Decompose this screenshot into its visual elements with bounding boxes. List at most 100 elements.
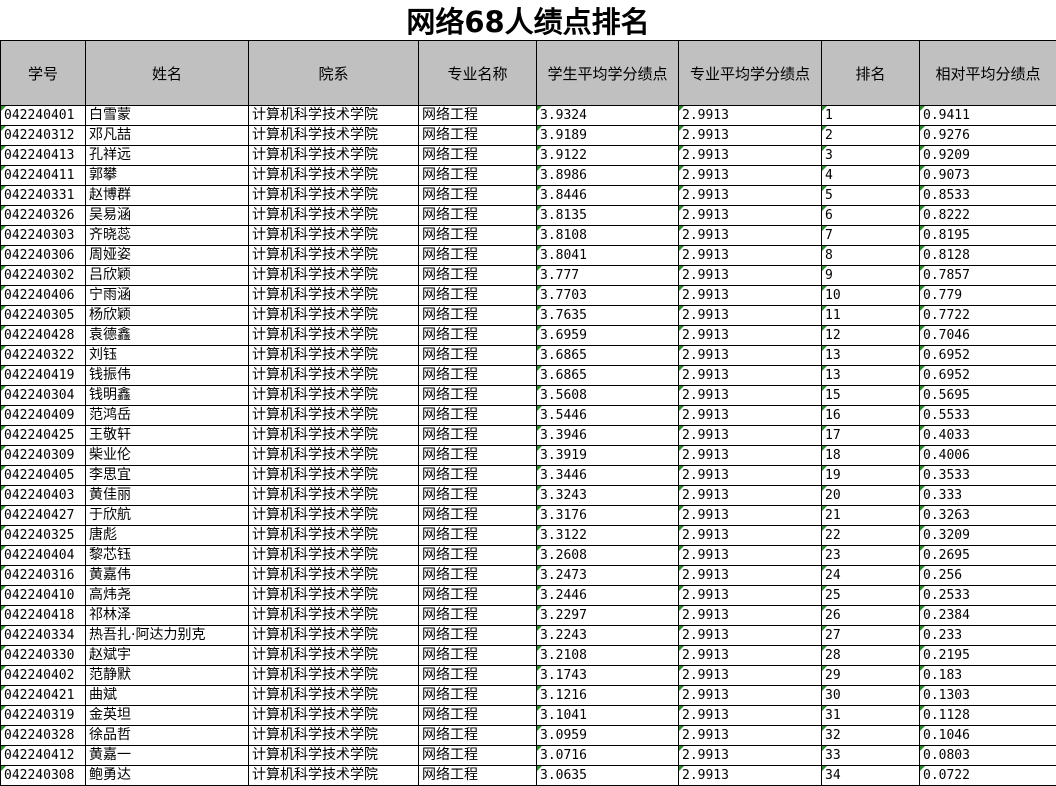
cell-relative-gpa[interactable]: 0.3533	[920, 466, 1056, 486]
header-major[interactable]: 专业名称	[419, 41, 537, 106]
cell-student-gpa[interactable]: 3.2446	[537, 586, 679, 606]
cell-student-id[interactable]: 042240304	[1, 386, 86, 406]
cell-major[interactable]: 网络工程	[419, 386, 537, 406]
cell-relative-gpa[interactable]: 0.1128	[920, 706, 1056, 726]
cell-name[interactable]: 郭攀	[86, 166, 249, 186]
cell-relative-gpa[interactable]: 0.7857	[920, 266, 1056, 286]
cell-student-id[interactable]: 042240427	[1, 506, 86, 526]
cell-department[interactable]: 计算机科学技术学院	[249, 106, 419, 126]
cell-major-gpa[interactable]: 2.9913	[679, 486, 822, 506]
cell-department[interactable]: 计算机科学技术学院	[249, 406, 419, 426]
cell-name[interactable]: 热吾扎·阿达力别克	[86, 626, 249, 646]
cell-student-gpa[interactable]: 3.2108	[537, 646, 679, 666]
cell-rank[interactable]: 31	[822, 706, 920, 726]
cell-rank[interactable]: 25	[822, 586, 920, 606]
cell-relative-gpa[interactable]: 0.9073	[920, 166, 1056, 186]
cell-major-gpa[interactable]: 2.9913	[679, 226, 822, 246]
cell-student-id[interactable]: 042240418	[1, 606, 86, 626]
cell-relative-gpa[interactable]: 0.2695	[920, 546, 1056, 566]
cell-relative-gpa[interactable]: 0.9209	[920, 146, 1056, 166]
cell-department[interactable]: 计算机科学技术学院	[249, 726, 419, 746]
cell-major[interactable]: 网络工程	[419, 166, 537, 186]
cell-rank[interactable]: 13	[822, 366, 920, 386]
cell-name[interactable]: 于欣航	[86, 506, 249, 526]
cell-major[interactable]: 网络工程	[419, 446, 537, 466]
cell-major[interactable]: 网络工程	[419, 706, 537, 726]
cell-student-gpa[interactable]: 3.5608	[537, 386, 679, 406]
cell-department[interactable]: 计算机科学技术学院	[249, 246, 419, 266]
cell-name[interactable]: 徐品哲	[86, 726, 249, 746]
cell-student-id[interactable]: 042240309	[1, 446, 86, 466]
cell-student-gpa[interactable]: 3.7635	[537, 306, 679, 326]
cell-student-gpa[interactable]: 3.0635	[537, 766, 679, 786]
cell-relative-gpa[interactable]: 0.8222	[920, 206, 1056, 226]
cell-relative-gpa[interactable]: 0.6952	[920, 346, 1056, 366]
cell-name[interactable]: 柴业伦	[86, 446, 249, 466]
cell-major[interactable]: 网络工程	[419, 646, 537, 666]
cell-major-gpa[interactable]: 2.9913	[679, 566, 822, 586]
cell-department[interactable]: 计算机科学技术学院	[249, 766, 419, 786]
cell-student-id[interactable]: 042240322	[1, 346, 86, 366]
cell-department[interactable]: 计算机科学技术学院	[249, 546, 419, 566]
cell-relative-gpa[interactable]: 0.4033	[920, 426, 1056, 446]
cell-student-id[interactable]: 042240305	[1, 306, 86, 326]
cell-name[interactable]: 黄佳丽	[86, 486, 249, 506]
cell-student-gpa[interactable]: 3.9324	[537, 106, 679, 126]
cell-student-id[interactable]: 042240404	[1, 546, 86, 566]
cell-major-gpa[interactable]: 2.9913	[679, 386, 822, 406]
cell-student-id[interactable]: 042240413	[1, 146, 86, 166]
cell-student-gpa[interactable]: 3.7703	[537, 286, 679, 306]
cell-department[interactable]: 计算机科学技术学院	[249, 366, 419, 386]
cell-major[interactable]: 网络工程	[419, 666, 537, 686]
cell-department[interactable]: 计算机科学技术学院	[249, 586, 419, 606]
cell-major[interactable]: 网络工程	[419, 226, 537, 246]
cell-department[interactable]: 计算机科学技术学院	[249, 706, 419, 726]
cell-major-gpa[interactable]: 2.9913	[679, 326, 822, 346]
cell-major-gpa[interactable]: 2.9913	[679, 586, 822, 606]
cell-student-id[interactable]: 042240410	[1, 586, 86, 606]
cell-name[interactable]: 范鸿岳	[86, 406, 249, 426]
cell-relative-gpa[interactable]: 0.7722	[920, 306, 1056, 326]
cell-department[interactable]: 计算机科学技术学院	[249, 566, 419, 586]
cell-name[interactable]: 黎芯钰	[86, 546, 249, 566]
cell-major-gpa[interactable]: 2.9913	[679, 626, 822, 646]
cell-major[interactable]: 网络工程	[419, 366, 537, 386]
cell-student-gpa[interactable]: 3.0959	[537, 726, 679, 746]
cell-rank[interactable]: 22	[822, 526, 920, 546]
cell-student-id[interactable]: 042240406	[1, 286, 86, 306]
cell-student-id[interactable]: 042240331	[1, 186, 86, 206]
cell-student-id[interactable]: 042240425	[1, 426, 86, 446]
cell-relative-gpa[interactable]: 0.7046	[920, 326, 1056, 346]
cell-major-gpa[interactable]: 2.9913	[679, 306, 822, 326]
cell-name[interactable]: 袁德鑫	[86, 326, 249, 346]
cell-major-gpa[interactable]: 2.9913	[679, 366, 822, 386]
cell-department[interactable]: 计算机科学技术学院	[249, 226, 419, 246]
cell-name[interactable]: 王敬轩	[86, 426, 249, 446]
cell-relative-gpa[interactable]: 0.183	[920, 666, 1056, 686]
cell-department[interactable]: 计算机科学技术学院	[249, 286, 419, 306]
cell-major[interactable]: 网络工程	[419, 746, 537, 766]
cell-name[interactable]: 刘钰	[86, 346, 249, 366]
cell-rank[interactable]: 20	[822, 486, 920, 506]
cell-name[interactable]: 金英坦	[86, 706, 249, 726]
cell-major-gpa[interactable]: 2.9913	[679, 186, 822, 206]
cell-name[interactable]: 唐彪	[86, 526, 249, 546]
cell-name[interactable]: 宁雨涵	[86, 286, 249, 306]
cell-department[interactable]: 计算机科学技术学院	[249, 746, 419, 766]
cell-department[interactable]: 计算机科学技术学院	[249, 426, 419, 446]
cell-name[interactable]: 钱振伟	[86, 366, 249, 386]
cell-department[interactable]: 计算机科学技术学院	[249, 206, 419, 226]
cell-student-gpa[interactable]: 3.6865	[537, 366, 679, 386]
cell-student-id[interactable]: 042240316	[1, 566, 86, 586]
cell-rank[interactable]: 17	[822, 426, 920, 446]
cell-major-gpa[interactable]: 2.9913	[679, 346, 822, 366]
cell-rank[interactable]: 16	[822, 406, 920, 426]
cell-relative-gpa[interactable]: 0.8533	[920, 186, 1056, 206]
cell-major[interactable]: 网络工程	[419, 466, 537, 486]
cell-name[interactable]: 李思宜	[86, 466, 249, 486]
cell-student-gpa[interactable]: 3.3122	[537, 526, 679, 546]
cell-student-gpa[interactable]: 3.2297	[537, 606, 679, 626]
cell-rank[interactable]: 10	[822, 286, 920, 306]
cell-student-gpa[interactable]: 3.8135	[537, 206, 679, 226]
cell-name[interactable]: 赵博群	[86, 186, 249, 206]
